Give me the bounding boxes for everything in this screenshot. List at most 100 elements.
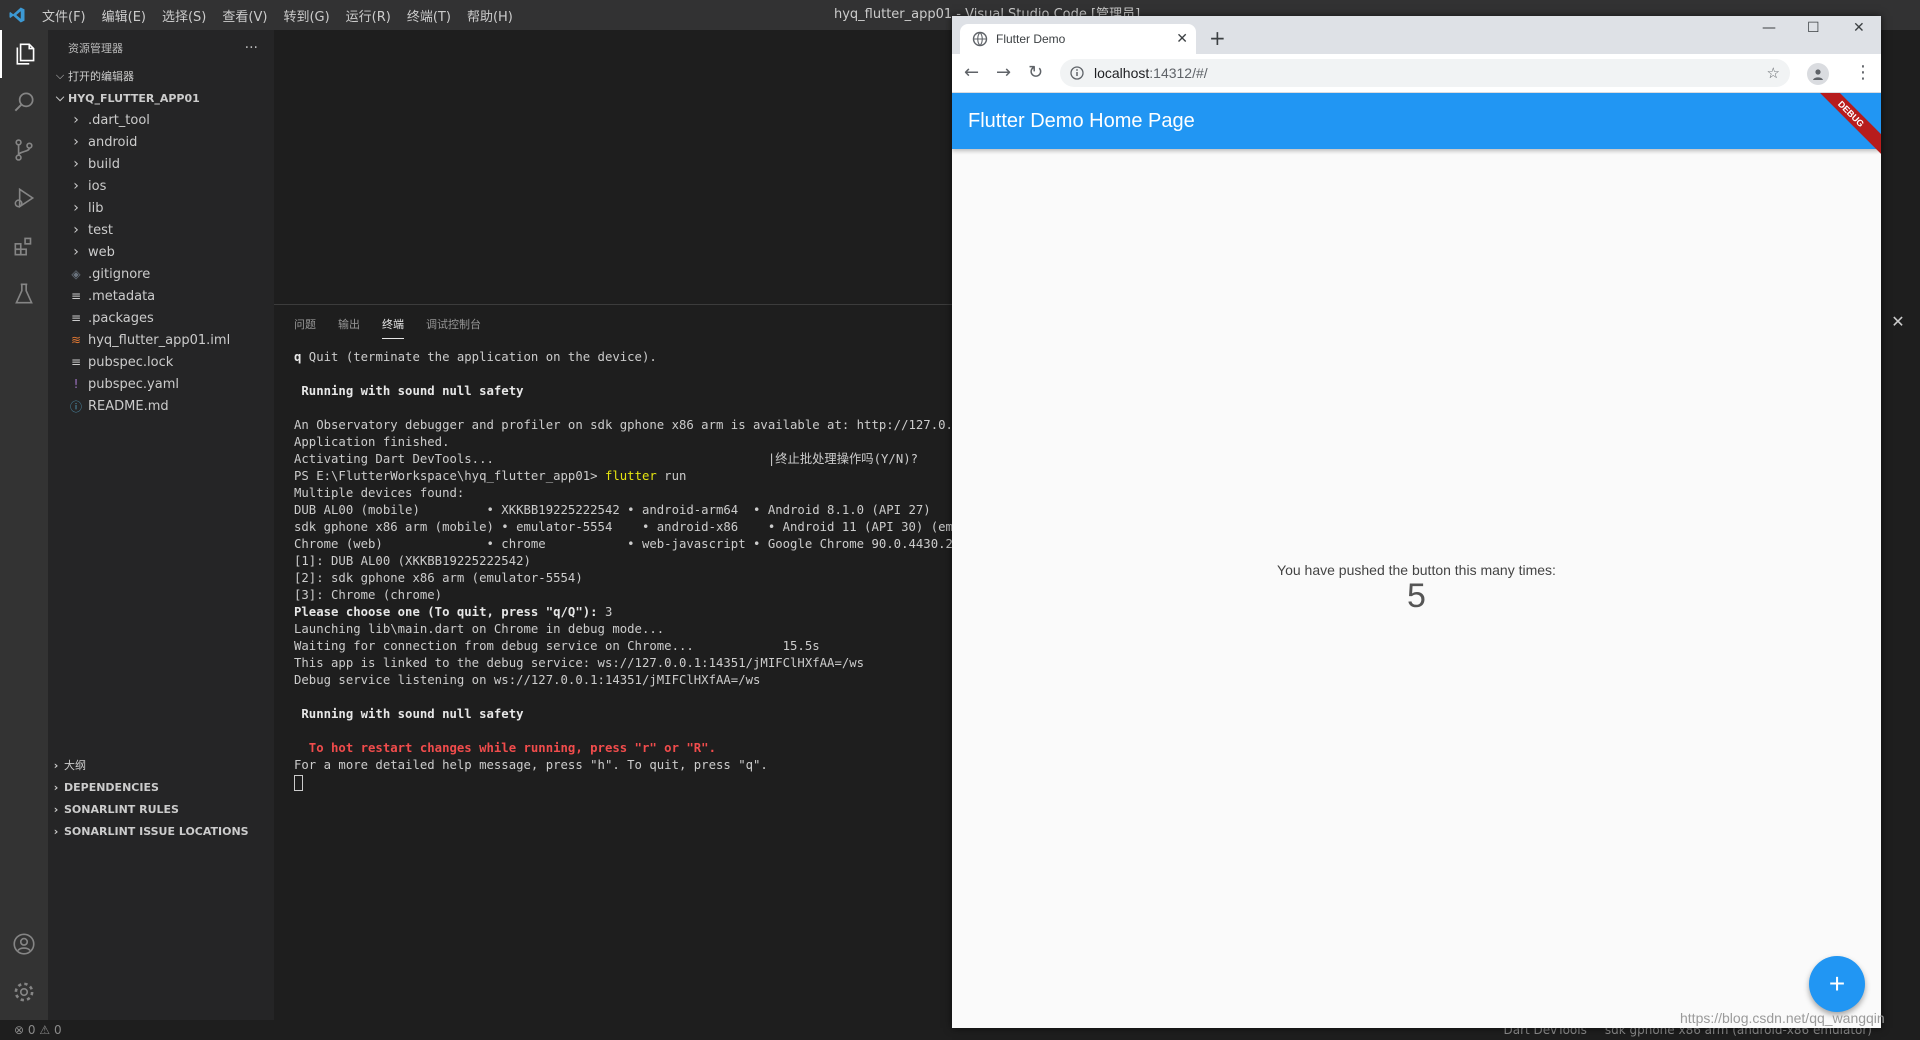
maximize-icon[interactable]: ☐ xyxy=(1807,20,1820,36)
chevron-right-icon: › xyxy=(73,134,79,150)
tab-close-icon[interactable]: ✕ xyxy=(1176,31,1188,47)
testing-flask-icon[interactable] xyxy=(0,270,48,318)
folder-label: android xyxy=(88,134,138,150)
folder-item[interactable]: › web xyxy=(48,241,274,263)
reload-icon[interactable]: ↻ xyxy=(1028,63,1043,83)
settings-gear-icon[interactable] xyxy=(0,968,48,1016)
chevron-right-icon: › xyxy=(73,222,79,238)
explorer-icon[interactable] xyxy=(0,30,50,78)
term-prompt: PS E:\FlutterWorkspace\hyq_flutter_app01… xyxy=(294,469,605,483)
chevron-right-icon: › xyxy=(73,200,79,216)
chevron-right-icon: › xyxy=(73,178,79,194)
tab-terminal[interactable]: 终端 xyxy=(382,308,404,339)
address-bar[interactable]: localhost:14312/#/ ☆ xyxy=(1060,59,1790,87)
term-line: |终止批处理操作吗(Y/N)? xyxy=(767,452,919,466)
outline-section[interactable]: › 大纲 › DEPENDENCIES › SONARLINT RULES › … xyxy=(48,754,274,842)
new-tab-icon[interactable]: + xyxy=(1209,28,1226,48)
run-debug-icon[interactable] xyxy=(0,174,48,222)
account-icon[interactable] xyxy=(0,920,48,968)
chevron-right-icon: › xyxy=(73,112,79,128)
chevron-right-icon: › xyxy=(53,802,59,816)
folder-item[interactable]: › .dart_tool xyxy=(48,109,274,131)
search-icon[interactable] xyxy=(0,78,48,126)
profile-avatar-icon[interactable] xyxy=(1807,63,1829,85)
forward-arrow-icon[interactable]: → xyxy=(996,63,1011,83)
folder-item[interactable]: › android xyxy=(48,131,274,153)
menu-selection[interactable]: 选择(S) xyxy=(154,6,214,25)
minimize-icon[interactable]: — xyxy=(1762,20,1776,36)
dependencies-header[interactable]: › DEPENDENCIES xyxy=(48,776,274,798)
sonarlint-issue-header[interactable]: › SONARLINT ISSUE LOCATIONS xyxy=(48,820,274,842)
term-line: This app is linked to the debug service:… xyxy=(294,656,865,670)
file-item[interactable]: ! pubspec.yaml xyxy=(48,373,274,395)
browser-tab[interactable]: Flutter Demo ✕ xyxy=(960,24,1196,54)
chrome-menu-icon[interactable]: ⋮ xyxy=(1854,63,1872,83)
app-bar-title: Flutter Demo Home Page xyxy=(968,109,1195,132)
menu-edit[interactable]: 编辑(E) xyxy=(94,6,154,25)
source-control-icon[interactable] xyxy=(0,126,48,174)
folder-item[interactable]: › ios xyxy=(48,175,274,197)
term-line: Application finished. xyxy=(294,435,450,449)
term-arg: run xyxy=(656,469,687,483)
file-lines-icon: ≡ xyxy=(70,311,82,325)
file-label: .packages xyxy=(88,310,154,326)
folder-label: lib xyxy=(88,200,104,216)
menu-run[interactable]: 运行(R) xyxy=(338,6,399,25)
dependencies-label: DEPENDENCIES xyxy=(64,780,159,794)
chevron-right-icon: › xyxy=(73,156,79,172)
tab-debug-console[interactable]: 调试控制台 xyxy=(426,308,481,338)
window-close-icon[interactable]: ✕ xyxy=(1853,20,1865,36)
file-item[interactable]: ⓘ README.md xyxy=(48,395,274,417)
extensions-icon[interactable] xyxy=(0,222,48,270)
back-arrow-icon[interactable]: ← xyxy=(964,63,979,83)
outline-header[interactable]: › 大纲 xyxy=(48,754,274,776)
chevron-down-icon: ⌵ xyxy=(55,69,65,82)
folder-item[interactable]: › test xyxy=(48,219,274,241)
menu-view[interactable]: 查看(V) xyxy=(214,6,275,25)
folder-item[interactable]: › lib xyxy=(48,197,274,219)
tab-output[interactable]: 输出 xyxy=(338,308,360,338)
file-item[interactable]: ≡ .packages xyxy=(48,307,274,329)
url-text: localhost:14312/#/ xyxy=(1094,65,1208,81)
menu-help[interactable]: 帮助(H) xyxy=(459,6,521,25)
chrome-toolbar: ← → ↻ localhost:14312/#/ ☆ ⋮ xyxy=(952,54,1881,93)
menu-go[interactable]: 转到(G) xyxy=(275,6,337,25)
term-line: For a more detailed help message, press … xyxy=(294,758,768,772)
file-item[interactable]: ≋ hyq_flutter_app01.iml xyxy=(48,329,274,351)
file-item[interactable]: ≡ pubspec.lock xyxy=(48,351,274,373)
open-editors-section[interactable]: ⌵ 打开的编辑器 xyxy=(48,65,274,87)
open-editors-label: 打开的编辑器 xyxy=(68,70,134,83)
folder-label: build xyxy=(88,156,120,172)
menu-terminal[interactable]: 终端(T) xyxy=(399,6,459,25)
outline-label: 大纲 xyxy=(64,759,86,772)
chevron-right-icon: › xyxy=(53,824,59,838)
file-item[interactable]: ≡ .metadata xyxy=(48,285,274,307)
error-count: 0 xyxy=(27,1023,36,1037)
increment-fab-button[interactable]: + xyxy=(1809,956,1865,1012)
tab-problems[interactable]: 问题 xyxy=(294,308,316,338)
problems-status[interactable]: ⊗ 0 ⚠ 0 xyxy=(0,1023,62,1037)
site-info-icon[interactable] xyxy=(1070,66,1084,80)
sonarlint-rules-label: SONARLINT RULES xyxy=(64,802,179,816)
term-line: An Observatory debugger and profiler on … xyxy=(294,418,952,432)
url-path: :14312/#/ xyxy=(1149,65,1208,81)
exclaim-icon: ! xyxy=(73,377,79,391)
term-running-null-safety: Running with sound null safety xyxy=(294,384,524,398)
file-lines-icon: ≡ xyxy=(70,289,82,303)
file-label: .metadata xyxy=(88,288,156,304)
bookmark-star-icon[interactable]: ☆ xyxy=(1767,64,1780,82)
file-item[interactable]: ◈ .gitignore xyxy=(48,263,274,285)
chevron-down-icon: ⌵ xyxy=(55,91,65,104)
panel-tabs: 问题 输出 终端 调试控制台 xyxy=(274,305,952,341)
folder-item[interactable]: › build xyxy=(48,153,274,175)
panel-close-icon[interactable]: ✕ xyxy=(1888,312,1908,332)
chevron-right-icon: › xyxy=(53,758,59,772)
menu-file[interactable]: 文件(F) xyxy=(34,6,94,25)
term-choose-value: 3 xyxy=(604,605,613,619)
sonarlint-rules-header[interactable]: › SONARLINT RULES xyxy=(48,798,274,820)
term-line: Chrome (web) • chrome • web-javascript •… xyxy=(294,537,952,551)
project-section[interactable]: ⌵ HYQ_FLUTTER_APP01 xyxy=(48,87,274,109)
editor-area[interactable] xyxy=(274,30,952,304)
more-actions-icon[interactable]: ··· xyxy=(245,40,258,56)
terminal-output[interactable]: q Quit (terminate the application on the… xyxy=(294,349,952,1009)
